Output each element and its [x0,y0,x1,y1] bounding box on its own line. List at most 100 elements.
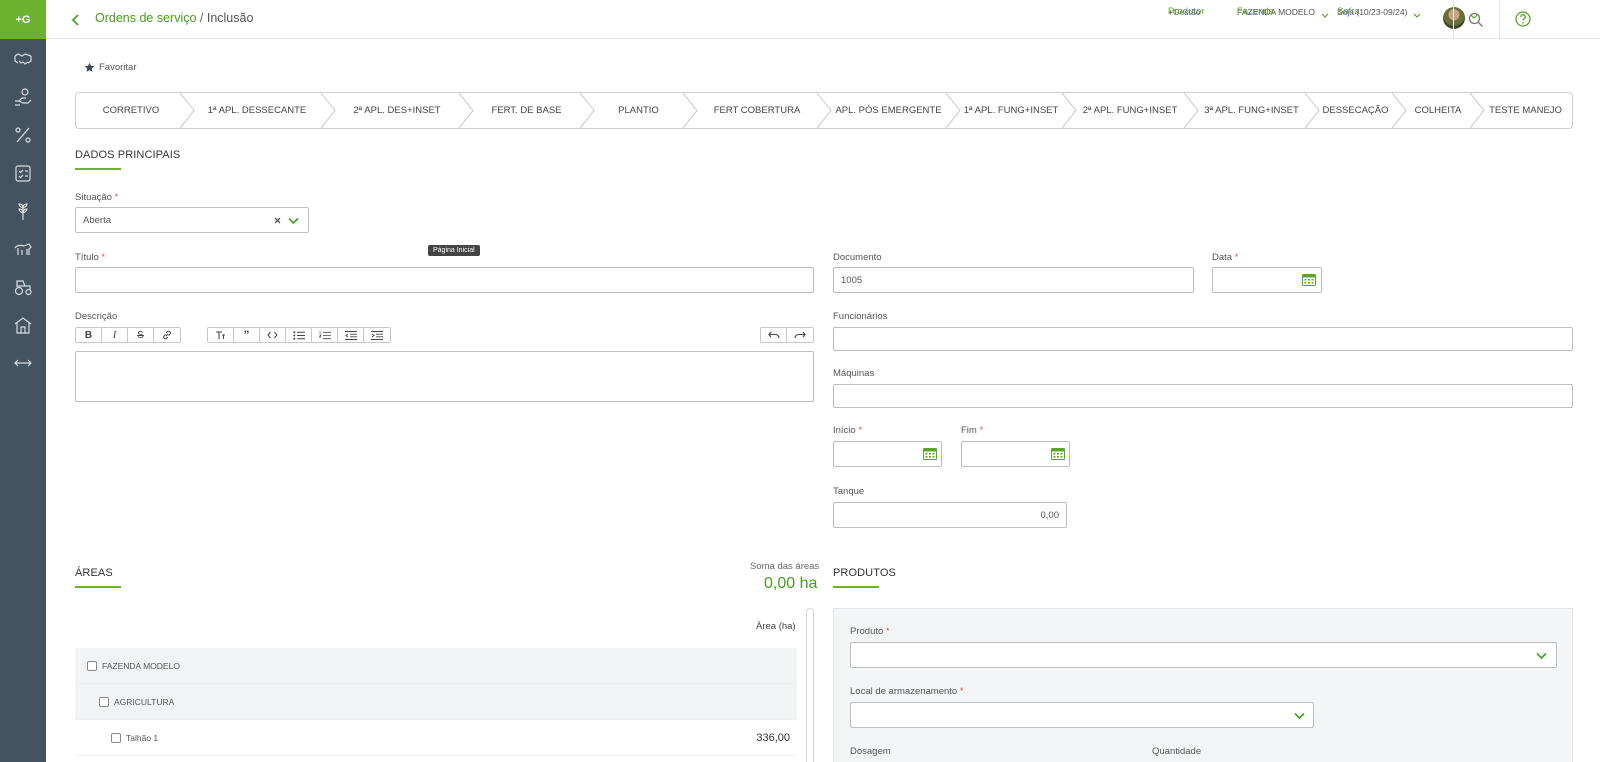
user-avatar[interactable] [1443,7,1465,29]
maquinas-input[interactable] [833,384,1573,408]
code-button[interactable] [260,328,286,342]
fim-label: Fim * [961,425,984,436]
indent-icon [371,330,383,340]
home-icon[interactable] [0,312,46,338]
chevron-down-icon[interactable] [288,217,299,225]
scrollbar[interactable] [806,608,814,762]
situacao-select[interactable]: Aberta [75,207,309,233]
app-logo[interactable]: +G [0,0,46,39]
documento-input[interactable]: 1005 [833,267,1194,293]
bold-button[interactable]: B [76,328,102,342]
descricao-editor[interactable] [75,351,814,402]
calendar-icon[interactable] [923,448,937,460]
safra-label: Safra [1337,6,1360,17]
breadcrumb-link[interactable]: Ordens de serviço [95,11,196,25]
bulleted-list-button[interactable] [286,328,312,342]
inicio-input[interactable] [833,441,942,467]
tooltip: Página Inicial [428,245,480,256]
step-plantio[interactable]: PLANTIO [587,93,690,128]
local-armazenamento-select[interactable] [850,702,1314,728]
clear-icon[interactable] [274,217,281,224]
breadcrumb-separator: / [196,11,207,25]
favorite-label: Favoritar [99,62,137,73]
undo-button[interactable] [761,328,787,342]
documento-value: 1005 [841,274,863,286]
search-button[interactable] [1466,10,1486,30]
step-corretivo[interactable]: CORRETIVO [76,93,186,128]
top-bar: Ordens de serviço / Inclusão Produtor +G… [46,0,1600,39]
redo-button[interactable] [787,328,813,342]
funcionarios-label: Funcionários [833,311,888,322]
wheat-icon[interactable] [0,198,46,224]
star-icon [84,62,95,72]
list-item: AGRICULTURA [75,684,797,720]
section-underline [833,586,879,588]
step-1-apl-dessecante[interactable]: 1ª APL. DESSECANTE [186,93,328,128]
help-icon [1515,11,1531,27]
step-3-apl-fung-inset[interactable]: 3ª APL. FUNG+INSET [1191,93,1312,128]
expand-icon[interactable] [0,350,46,376]
list-item: FAZENDA MODELO [75,648,797,684]
safra-selector[interactable]: Safra Soja (10/23-09/24) [1337,6,1421,18]
heading-button[interactable] [208,328,234,342]
data-input[interactable] [1212,267,1322,293]
link-icon [163,330,171,340]
favorite-button[interactable]: Favoritar [84,62,136,73]
fazenda-selector[interactable]: Fazenda FAZENDA MODELO [1237,7,1329,18]
checkbox[interactable] [87,660,97,671]
tanque-input[interactable]: 0,00 [833,502,1067,528]
step-2-apl-des-inset[interactable]: 2ª APL. DES+INSET [328,93,466,128]
checklist-icon[interactable] [0,160,46,186]
tractor-icon[interactable] [0,274,46,300]
step-1-apl-fung-inset[interactable]: 1ª APL. FUNG+INSET [953,93,1069,128]
step-apl-pos-emergente[interactable]: APL. PÓS EMERGENTE [824,93,953,128]
step-dessecacao[interactable]: DESSECAÇÃO [1312,93,1399,128]
farm-animal-icon[interactable] [0,236,46,262]
outdent-button[interactable] [338,328,364,342]
handshake-icon[interactable] [0,46,46,72]
produtos-panel: Produto * Local de armazenamento * Dosag… [833,608,1573,762]
step-teste-manejo[interactable]: TESTE MANEJO [1477,93,1572,128]
area-column-header: Área (ha) [756,621,796,632]
section-title-areas: ÁREAS [75,567,113,579]
bulleted-list-icon [292,330,305,340]
fim-input[interactable] [961,441,1070,467]
checkbox[interactable] [111,732,121,743]
section-title-produtos: PRODUTOS [833,567,896,579]
titulo-input[interactable] [75,267,814,293]
step-fert-cobertura[interactable]: FERT COBERTURA [690,93,824,128]
redo-icon [794,331,806,339]
produto-select[interactable] [850,642,1557,668]
step-colheita[interactable]: COLHEITA [1399,93,1477,128]
indent-button[interactable] [364,328,390,342]
undo-icon [767,331,780,339]
step-fert-de-base[interactable]: FERT. DE BASE [466,93,587,128]
numbered-list-button[interactable] [312,328,338,342]
editor-toolbar-format: B I S [75,327,181,343]
local-armazenamento-label: Local de armazenamento * [850,686,964,697]
search-icon [1468,12,1483,27]
produtor-selector[interactable]: Produtor +Gestão [1168,7,1204,18]
help-button[interactable] [1513,9,1533,29]
quote-button[interactable]: ” [234,328,260,342]
checkbox[interactable] [99,696,109,707]
funcionarios-input[interactable] [833,327,1573,351]
hand-money-icon[interactable] [0,84,46,110]
maquinas-label: Máquinas [833,368,875,379]
step-2-apl-fung-inset[interactable]: 2ª APL. FUNG+INSET [1069,93,1191,128]
chevron-down-icon[interactable] [1294,712,1305,720]
chevron-down-icon[interactable] [1536,652,1547,660]
percent-icon[interactable] [0,122,46,148]
breadcrumb-current: Inclusão [206,11,254,25]
calendar-icon[interactable] [1302,274,1316,286]
italic-button[interactable]: I [102,328,128,342]
strikethrough-button[interactable]: S [128,328,154,342]
back-button[interactable] [66,10,86,30]
chevron-left-icon [71,14,79,26]
area-row-label: Talhão 1 [126,732,159,743]
section-underline [75,168,121,170]
section-underline [75,586,121,588]
calendar-icon[interactable] [1051,448,1065,460]
quantidade-label: Quantidade [1152,746,1202,757]
link-button[interactable] [154,328,180,342]
